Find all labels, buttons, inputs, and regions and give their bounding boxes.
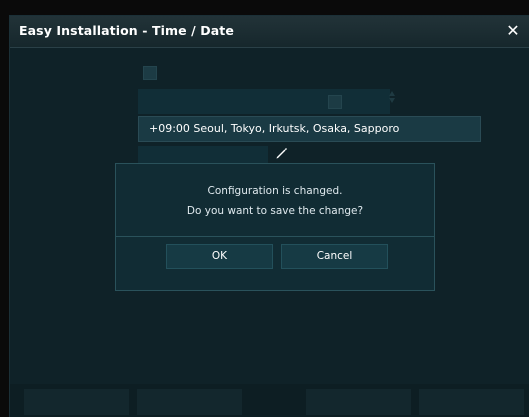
title-bar: Easy Installation - Time / Date ✕ [10,16,529,48]
restore-button[interactable] [419,389,524,415]
dialog-divider [116,236,434,237]
confirm-dialog: Configuration is changed. Do you want to… [115,163,435,291]
dialog-message-line1: Configuration is changed. [207,185,343,197]
cancel-button[interactable]: Cancel [281,244,388,269]
ok-button[interactable]: OK [166,244,273,269]
close-icon[interactable]: ✕ [503,21,523,41]
prev-button[interactable] [24,389,129,415]
datetime-field[interactable] [138,89,390,114]
use-checkbox[interactable] [143,66,157,80]
next-button[interactable] [137,389,242,415]
dst-checkbox[interactable] [328,95,342,109]
installation-window: Easy Installation - Time / Date ✕ +09:00… [10,16,529,417]
dialog-message-line2: Do you want to save the change? [186,205,364,217]
pencil-icon[interactable] [274,146,288,160]
timezone-field[interactable]: +09:00 Seoul, Tokyo, Irkutsk, Osaka, Sap… [138,116,481,142]
window-title: Easy Installation - Time / Date [19,23,234,38]
spin-down-icon[interactable] [389,98,395,103]
spin-up-icon[interactable] [389,91,395,96]
bottom-toolbar [10,384,529,417]
save-button[interactable] [306,389,411,415]
datetime-spinner[interactable] [388,89,396,113]
